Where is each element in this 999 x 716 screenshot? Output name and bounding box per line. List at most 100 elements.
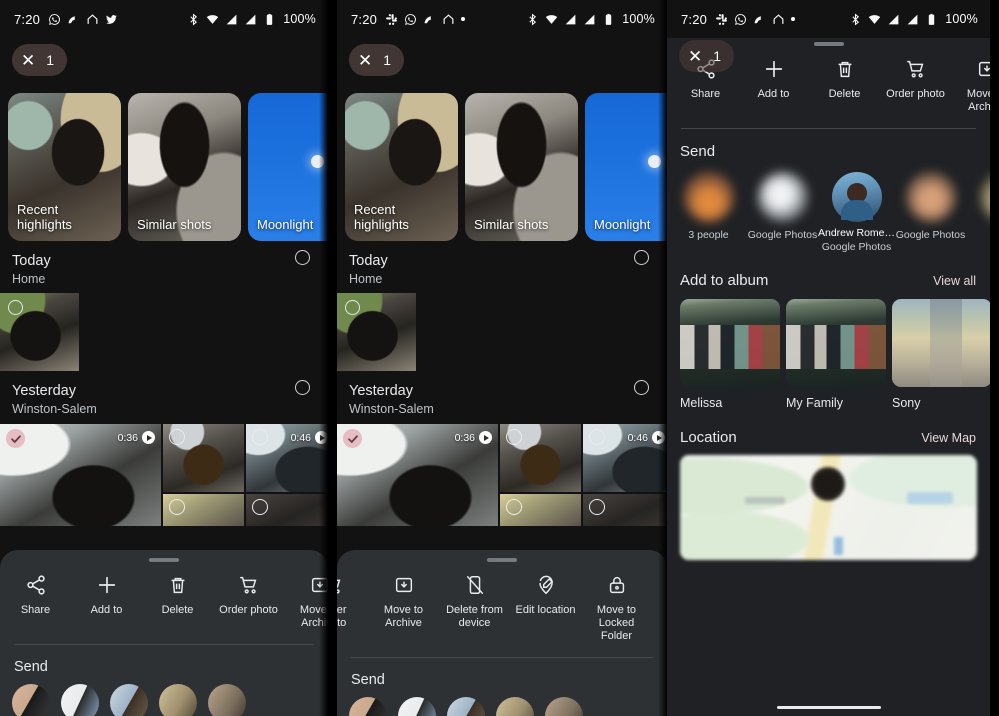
close-selection-chip-1[interactable]: ✕ 1 [12,44,68,76]
battery-percent: 100% [945,12,978,26]
send-target[interactable]: Google Photos [896,171,965,253]
action-order-photo[interactable]: Order photo [213,574,284,630]
day-title: Yesterday [12,383,76,399]
photo-tile[interactable] [500,424,581,492]
battery-icon [925,13,938,26]
send-target[interactable]: Goo [972,171,990,253]
view-map-link[interactable]: View Map [921,431,976,445]
album-item[interactable]: My Family [786,298,886,410]
send-target-avatar[interactable] [159,683,197,716]
action-add-to[interactable]: Add to [738,58,809,114]
close-selection-chip-2[interactable]: ✕ 1 [349,44,405,76]
memory-card[interactable]: Similar shots [465,93,578,241]
action-delete-from-device[interactable]: Delete from device [439,574,510,643]
select-photo-circle[interactable] [252,429,268,445]
cart-icon [237,574,260,597]
action-share[interactable]: Share [0,574,71,630]
nest-icon [67,13,80,26]
action-move-to-locked-folder[interactable]: Move to Locked Folder [581,574,652,643]
send-target-app: Google Photos [747,228,818,241]
album-item[interactable]: Sony [892,298,990,410]
select-photo-circle[interactable] [169,429,185,445]
day-subtitle: Home [349,272,383,286]
albums-row: Melissa My Family Sony [667,289,990,410]
phone-screen-3: 7:20 100% Share Add to Delete Order phot… [667,0,990,716]
avatar [979,171,990,222]
send-target[interactable]: Andrew Rome… Google Photos [818,171,895,253]
photo-tile-video[interactable]: 0:36 [337,424,498,526]
send-target-avatar[interactable] [12,683,50,716]
select-photo-circle[interactable] [589,499,605,515]
memory-card[interactable]: Similar shots [128,93,241,241]
photo-tile[interactable] [583,494,667,526]
send-target-avatar[interactable] [447,696,485,716]
select-photo-circle[interactable] [252,499,268,515]
select-day-circle[interactable] [634,380,649,395]
action-edit-location[interactable]: Edit location [510,574,581,643]
action-delete[interactable]: Delete [142,574,213,630]
action-move-to-archive[interactable]: Move to Archive [951,58,990,114]
album-name: Melissa [680,395,723,410]
signal-icon [225,13,238,26]
location-map[interactable] [680,454,977,560]
photo-tile[interactable] [163,424,244,492]
select-photo-circle[interactable] [169,499,185,515]
memory-card[interactable]: Recent highlights [8,93,121,241]
bluetooth-icon [526,12,539,26]
select-day-circle[interactable] [295,250,310,265]
selected-check-icon[interactable] [6,429,25,448]
photo-tile[interactable] [246,494,328,526]
send-target-avatar[interactable] [349,696,387,716]
photo-tile[interactable] [500,494,581,526]
memory-card[interactable]: Moonlight [248,93,328,241]
memory-card[interactable]: Recent highlights [345,93,458,241]
send-target-avatar[interactable] [545,696,583,716]
memory-card[interactable]: Moonlight [585,93,667,241]
action-order-photo[interactable]: Order photo [880,58,951,114]
selected-check-icon[interactable] [343,429,362,448]
select-photo-circle[interactable] [8,300,23,315]
action-order-photo[interactable]: Order photo [337,574,368,643]
panel-edge-fade [658,0,667,716]
send-target-avatar[interactable] [496,696,534,716]
action-move-to-archive[interactable]: Move to Archive [368,574,439,643]
send-target[interactable]: 3 people [676,171,741,253]
action-row-2: Order photo Move to Archive Delete from … [337,562,667,645]
send-section-title: Send [351,671,385,688]
whatsapp-icon [734,13,747,26]
action-delete[interactable]: Delete [809,58,880,114]
view-all-link[interactable]: View all [933,274,976,288]
photo-tile[interactable] [163,494,244,526]
send-target-avatar[interactable] [110,683,148,716]
whatsapp-icon [48,13,61,26]
battery-percent: 100% [622,12,655,26]
status-bar-2: 7:20 100% [337,0,667,38]
action-add-to[interactable]: Add to [71,574,142,630]
send-target-avatar[interactable] [61,683,99,716]
send-target[interactable]: Google Photos [747,171,818,253]
photo-tile[interactable] [337,293,416,371]
close-selection-chip-3[interactable]: ✕ 1 [679,40,735,72]
send-target-avatar[interactable] [398,696,436,716]
select-day-circle[interactable] [634,250,649,265]
select-photo-circle[interactable] [506,429,522,445]
photo-tile-video[interactable]: 0:46 [583,424,667,492]
photo-tile[interactable] [0,293,79,371]
status-bar-1: 7:20 100% [0,0,328,38]
day-header-yesterday-1: Yesterday Winston-Salem [0,371,328,416]
memory-label: Recent highlights [17,202,72,232]
send-target-avatar[interactable] [208,683,246,716]
select-photo-circle[interactable] [589,429,605,445]
photo-tile-video[interactable]: 0:36 [0,424,161,526]
select-day-circle[interactable] [295,380,310,395]
grid-column: 0:36 [337,424,498,526]
select-photo-circle[interactable] [345,300,360,315]
action-label: Order photo [219,603,278,616]
photo-tile-video[interactable]: 0:46 [246,424,328,492]
panel-gap [328,0,337,716]
photo-grid-yesterday-1: 0:36 0:46 [0,424,328,526]
album-item[interactable]: Melissa [680,298,780,410]
action-label: Order photo [337,603,347,629]
home-icon [86,13,99,26]
select-photo-circle[interactable] [506,499,522,515]
